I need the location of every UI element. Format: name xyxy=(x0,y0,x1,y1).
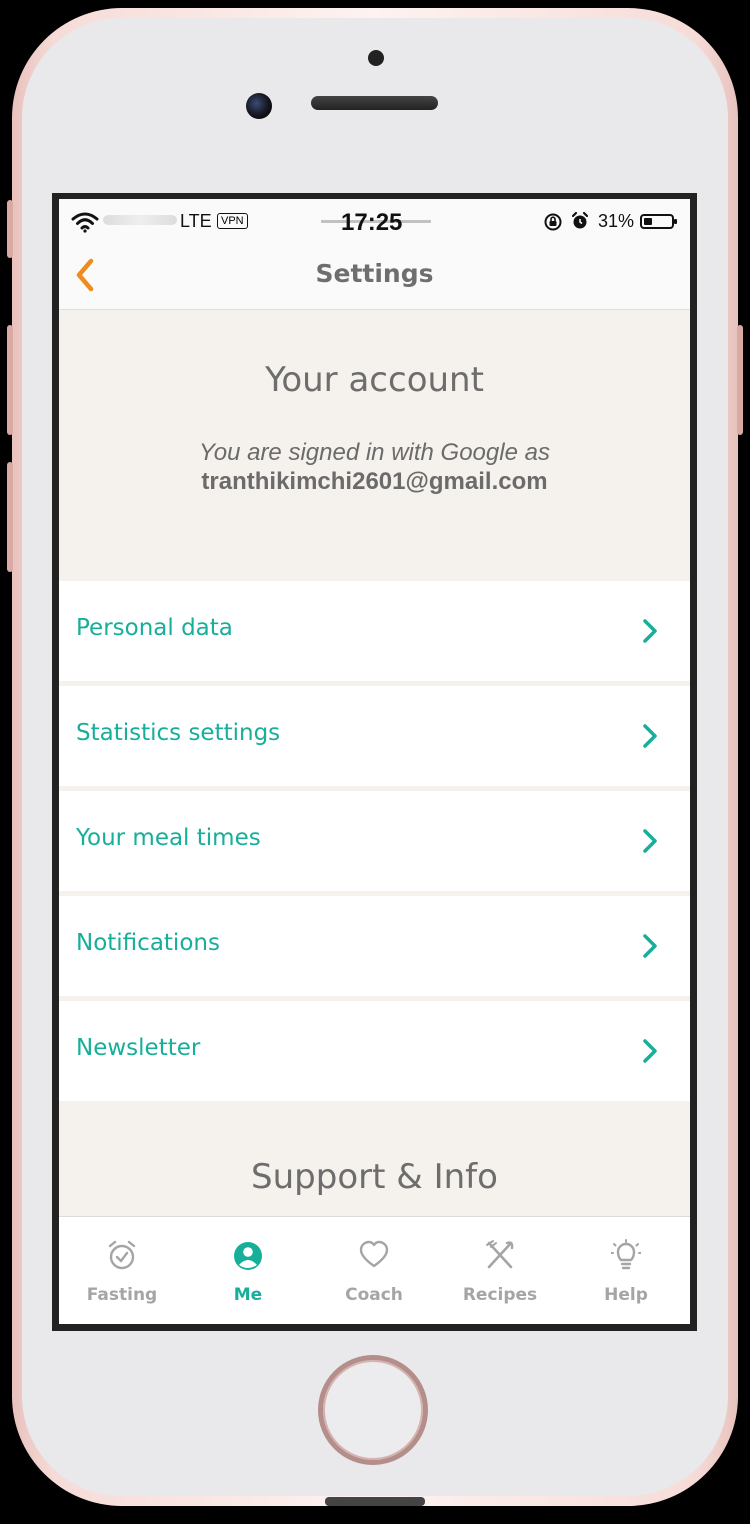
carrier-name-blurred xyxy=(103,215,177,225)
menu-item-meal-times[interactable]: Your meal times xyxy=(59,791,690,891)
earpiece-speaker xyxy=(311,96,438,110)
account-section: Your account You are signed in with Goog… xyxy=(59,310,690,580)
status-bar: LTE VPN 17:25 31% xyxy=(59,199,690,245)
cutlery-icon xyxy=(486,1240,514,1269)
menu-item-label: Notifications xyxy=(76,930,220,956)
tab-label: Coach xyxy=(345,1285,403,1305)
status-time: 17:25 xyxy=(341,209,403,236)
chevron-right-icon xyxy=(643,619,657,643)
tab-label: Fasting xyxy=(86,1285,158,1305)
tab-recipes[interactable]: Recipes xyxy=(437,1217,563,1324)
orientation-lock-icon xyxy=(544,213,562,231)
app-display: LTE VPN 17:25 31% Settings Your account … xyxy=(59,199,690,1324)
navigation-bar: Settings xyxy=(59,245,690,310)
menu-item-label: Statistics settings xyxy=(76,720,281,746)
alarm-clock-icon xyxy=(108,1240,136,1270)
menu-item-label: Your meal times xyxy=(76,825,261,851)
account-email: tranthikimchi2601@gmail.com xyxy=(201,468,548,495)
tab-label: Recipes xyxy=(462,1285,538,1305)
home-button[interactable] xyxy=(318,1355,428,1465)
battery-level xyxy=(644,218,653,225)
menu-item-label: Newsletter xyxy=(76,1035,201,1061)
lightbulb-icon xyxy=(611,1239,641,1270)
tab-help[interactable]: Help xyxy=(563,1217,689,1324)
tab-fasting[interactable]: Fasting xyxy=(59,1217,185,1324)
chevron-right-icon xyxy=(643,724,657,748)
vpn-badge: VPN xyxy=(217,213,248,229)
menu-item-personal-data[interactable]: Personal data xyxy=(59,581,690,681)
alarm-icon xyxy=(571,211,589,229)
settings-menu: Personal data Statistics settings Your m… xyxy=(59,581,690,1106)
battery-percent: 31% xyxy=(598,211,635,231)
support-heading: Support & Info xyxy=(251,1157,498,1197)
menu-item-label: Personal data xyxy=(76,615,233,641)
user-icon xyxy=(234,1242,262,1270)
tab-label: Me xyxy=(233,1285,263,1305)
battery-icon xyxy=(640,214,677,229)
page-title: Settings xyxy=(315,259,434,288)
volume-up-button xyxy=(7,325,13,435)
network-type: LTE xyxy=(180,211,212,231)
heart-icon xyxy=(359,1240,389,1268)
menu-item-notifications[interactable]: Notifications xyxy=(59,896,690,996)
tab-me[interactable]: Me xyxy=(185,1217,311,1324)
menu-item-statistics-settings[interactable]: Statistics settings xyxy=(59,686,690,786)
front-camera xyxy=(246,93,272,119)
power-button xyxy=(737,325,743,435)
tab-bar: Fasting Me Coach Recipes Help xyxy=(59,1216,690,1324)
signed-in-text: You are signed in with Google as xyxy=(199,439,550,466)
tab-label: Help xyxy=(604,1285,648,1305)
chevron-right-icon xyxy=(643,1039,657,1063)
account-heading: Your account xyxy=(265,360,484,400)
chevron-right-icon xyxy=(643,829,657,853)
volume-down-button xyxy=(7,462,13,572)
mute-switch xyxy=(7,200,13,258)
phone-bottom-edge xyxy=(325,1497,425,1506)
wifi-icon xyxy=(71,212,99,233)
tab-coach[interactable]: Coach xyxy=(311,1217,437,1324)
chevron-right-icon xyxy=(643,934,657,958)
phone-screen: LTE VPN 17:25 31% Settings Your account … xyxy=(52,193,697,1331)
menu-item-newsletter[interactable]: Newsletter xyxy=(59,1001,690,1101)
proximity-sensor xyxy=(368,50,384,66)
